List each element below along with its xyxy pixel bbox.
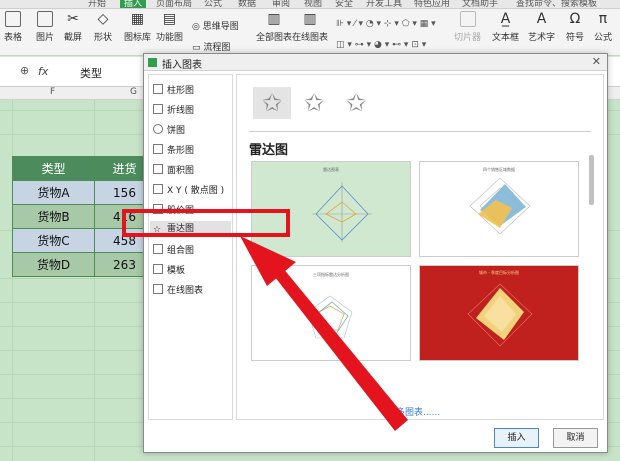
annotation-arrow	[240, 236, 408, 431]
